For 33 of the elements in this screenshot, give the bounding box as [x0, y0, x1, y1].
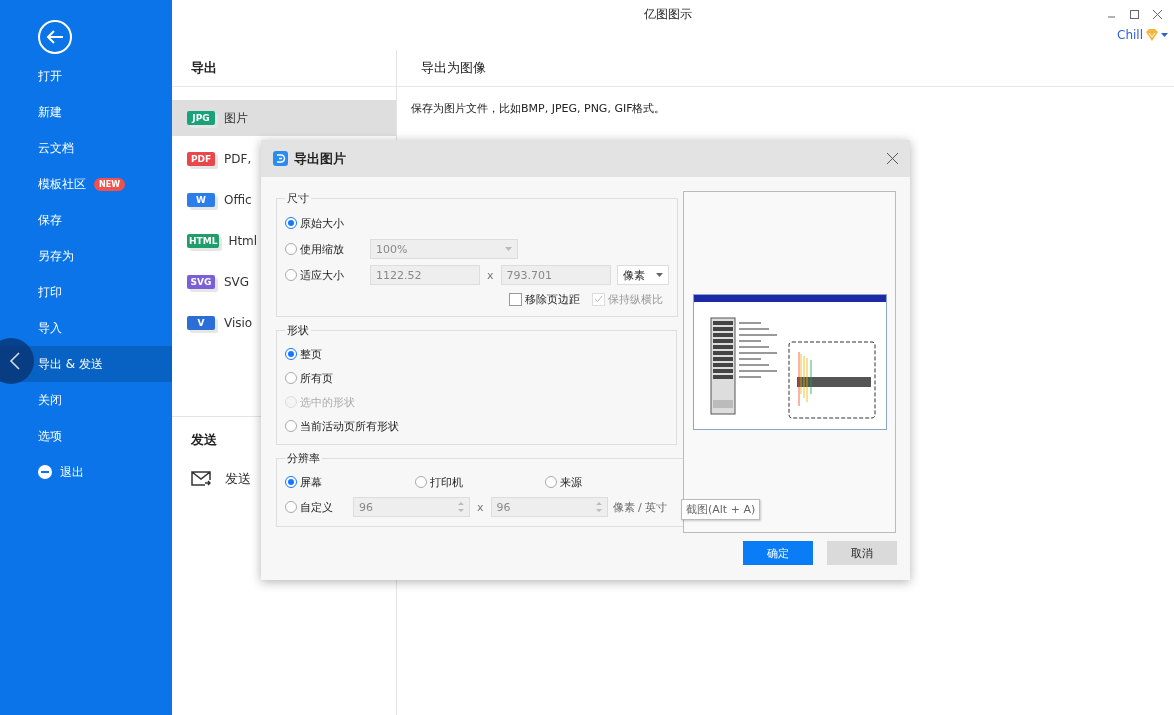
unit-label: 像素 / 英寸: [612, 499, 668, 515]
checkbox-label: 保持纵横比: [607, 291, 663, 307]
content-heading: 导出为图像: [397, 50, 1174, 87]
times-sign: x: [487, 268, 494, 282]
times-sign: x: [477, 500, 484, 514]
radio-label: 使用缩放: [300, 241, 344, 257]
file-type-tag: JPG: [187, 111, 215, 125]
file-type-tag: PDF: [187, 152, 215, 166]
radio-label: 自定义: [300, 499, 333, 515]
new-badge: NEW: [94, 177, 125, 191]
radio-label: 当前活动页所有形状: [300, 418, 399, 434]
file-type-tag: HTML: [187, 234, 220, 248]
group-legend: 尺寸: [285, 191, 311, 206]
radio-label: 选中的形状: [300, 394, 355, 410]
tooltip: 截图(Alt + A): [681, 499, 761, 520]
radio-label: 打印机: [430, 474, 463, 490]
dialog-title: 导出图片: [294, 149, 347, 168]
export-heading: 导出: [172, 50, 396, 87]
file-type-tag: SVG: [187, 275, 215, 289]
radio-label: 来源: [560, 474, 582, 490]
description-text: 保存为图片文件，比如BMP, JPEG, PNG, GIF格式。: [410, 101, 667, 116]
group-legend: 形状: [285, 323, 311, 338]
radio-label: 适应大小: [300, 267, 344, 283]
checkbox-label: 移除页边距: [524, 291, 580, 307]
file-type-tag: W: [187, 193, 215, 207]
group-legend: 分辨率: [285, 451, 322, 466]
radio-label: 原始大小: [300, 215, 344, 231]
window-title: 亿图图示: [642, 5, 693, 23]
file-type-tag: V: [187, 316, 215, 330]
radio-label: 所有页: [300, 370, 333, 386]
send-heading: 发送: [191, 431, 217, 449]
radio-label: 屏幕: [300, 474, 322, 490]
radio-label: 整页: [300, 346, 322, 362]
